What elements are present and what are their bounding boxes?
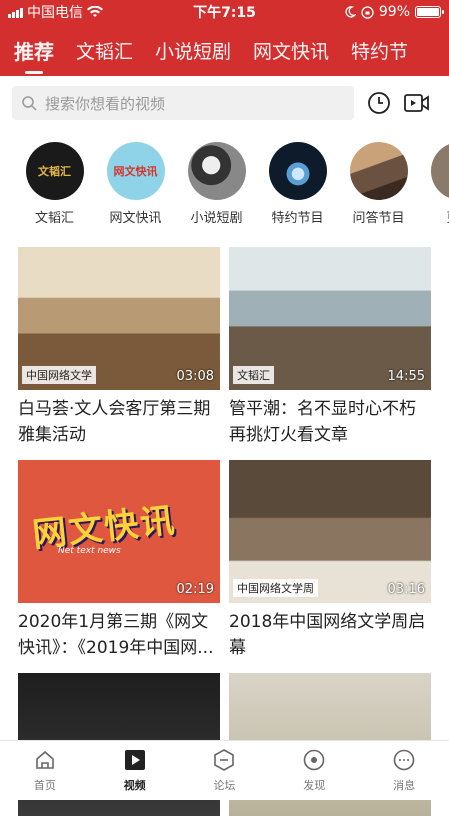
nav-message[interactable]: 消息 bbox=[359, 741, 449, 800]
channel-item[interactable]: 问答节目 bbox=[338, 142, 419, 234]
camera-button[interactable] bbox=[404, 90, 430, 116]
video-title[interactable]: 管平潮：名不显时心不朽再挑灯火看文章 bbox=[229, 396, 431, 448]
tab-0[interactable]: 推荐 bbox=[14, 36, 54, 65]
video-duration: 14:55 bbox=[388, 369, 425, 384]
channel-item[interactable]: 更多 bbox=[419, 142, 449, 234]
channel-avatar: 文韬汇 bbox=[26, 142, 84, 200]
video-card[interactable]: 中国网络文学 03:08 白马荟·文人会客厅第三期雅集活动 bbox=[18, 247, 220, 448]
video-title[interactable]: 2020年1月第三期《网文快讯》：《2019年中国网... bbox=[18, 609, 220, 661]
thumbnail-caption: 中国网络文学周 bbox=[233, 579, 318, 597]
video-card[interactable]: 中国网络文学周 03:16 2018年中国网络文学周启幕 bbox=[229, 460, 431, 661]
tab-1[interactable]: 文韬汇 bbox=[76, 37, 133, 64]
search-placeholder: 搜索你想看的视频 bbox=[45, 93, 165, 114]
nav-forum[interactable]: 论坛 bbox=[180, 741, 270, 800]
search-row: 搜索你想看的视频 bbox=[0, 76, 449, 130]
tab-2[interactable]: 小说短剧 bbox=[155, 37, 231, 64]
channel-avatar: 网文快讯 bbox=[107, 142, 165, 200]
wifi-icon bbox=[87, 6, 103, 18]
channel-label: 文韬汇 bbox=[35, 207, 74, 226]
nav-label: 论坛 bbox=[213, 777, 235, 793]
channel-label: 网文快讯 bbox=[109, 207, 161, 226]
category-tabs: 推荐文韬汇小说短剧网文快讯特约节 bbox=[0, 24, 449, 76]
channel-avatar bbox=[269, 142, 327, 200]
bottom-nav: 首页 视频 论坛 发现 消息 bbox=[0, 740, 449, 800]
message-icon bbox=[393, 749, 415, 774]
carrier-name: 中国电信 bbox=[27, 2, 83, 22]
channel-avatar bbox=[188, 142, 246, 200]
video-card[interactable]: 文韬汇 14:55 管平潮：名不显时心不朽再挑灯火看文章 bbox=[229, 247, 431, 448]
video-play-icon bbox=[124, 749, 146, 774]
tab-4[interactable]: 特约节 bbox=[351, 37, 408, 64]
video-duration: 03:08 bbox=[177, 369, 214, 384]
home-icon bbox=[34, 749, 56, 774]
video-thumbnail[interactable]: 网文快讯Net text news02:19 bbox=[18, 460, 220, 603]
video-duration: 03:16 bbox=[388, 582, 425, 597]
battery-icon bbox=[415, 6, 441, 18]
search-icon bbox=[22, 96, 37, 111]
video-thumbnail[interactable]: 文韬汇 14:55 bbox=[229, 247, 431, 390]
video-title[interactable]: 白马荟·文人会客厅第三期雅集活动 bbox=[18, 396, 220, 448]
channel-item[interactable]: 文韬汇文韬汇 bbox=[14, 142, 95, 234]
nav-label: 消息 bbox=[393, 777, 415, 793]
channel-avatar bbox=[431, 142, 449, 200]
channel-label: 问答节目 bbox=[352, 207, 404, 226]
channel-label: 小说短剧 bbox=[190, 207, 242, 226]
channel-item[interactable]: 网文快讯网文快讯 bbox=[95, 142, 176, 234]
video-camera-icon bbox=[404, 93, 430, 113]
moon-icon bbox=[344, 6, 356, 18]
nav-video-play[interactable]: 视频 bbox=[90, 741, 180, 800]
channel-row: 文韬汇文韬汇网文快讯网文快讯小说短剧特约节目问答节目更多 bbox=[0, 142, 449, 234]
video-title[interactable]: 2018年中国网络文学周启幕 bbox=[229, 609, 431, 661]
signal-icon bbox=[8, 7, 23, 18]
channel-label: 特约节目 bbox=[271, 207, 323, 226]
thumbnail-subtext: Net text news bbox=[58, 546, 121, 556]
video-thumbnail[interactable]: 中国网络文学 03:08 bbox=[18, 247, 220, 390]
discover-icon bbox=[303, 749, 325, 774]
status-bar: 中国电信 下午7:15 99% bbox=[0, 0, 449, 24]
search-input[interactable]: 搜索你想看的视频 bbox=[12, 86, 354, 120]
nav-label: 发现 bbox=[303, 777, 325, 793]
channel-avatar bbox=[350, 142, 408, 200]
history-button[interactable] bbox=[366, 90, 392, 116]
video-card[interactable]: 网文快讯Net text news02:192020年1月第三期《网文快讯》：《… bbox=[18, 460, 220, 661]
rotation-lock-icon bbox=[361, 6, 374, 19]
channel-item[interactable]: 小说短剧 bbox=[176, 142, 257, 234]
clock-icon bbox=[367, 91, 391, 115]
status-time: 下午7:15 bbox=[178, 2, 271, 22]
video-thumbnail[interactable]: 中国网络文学周 03:16 bbox=[229, 460, 431, 603]
nav-discover[interactable]: 发现 bbox=[269, 741, 359, 800]
nav-home[interactable]: 首页 bbox=[0, 741, 90, 800]
thumbnail-caption: 中国网络文学 bbox=[22, 366, 96, 384]
tab-3[interactable]: 网文快讯 bbox=[253, 37, 329, 64]
nav-label: 首页 bbox=[34, 777, 56, 793]
forum-icon bbox=[213, 749, 235, 774]
channel-item[interactable]: 特约节目 bbox=[257, 142, 338, 234]
thumbnail-caption: 文韬汇 bbox=[233, 366, 274, 384]
video-duration: 02:19 bbox=[177, 582, 214, 597]
nav-label: 视频 bbox=[124, 777, 146, 793]
battery-percent: 99% bbox=[379, 4, 410, 20]
